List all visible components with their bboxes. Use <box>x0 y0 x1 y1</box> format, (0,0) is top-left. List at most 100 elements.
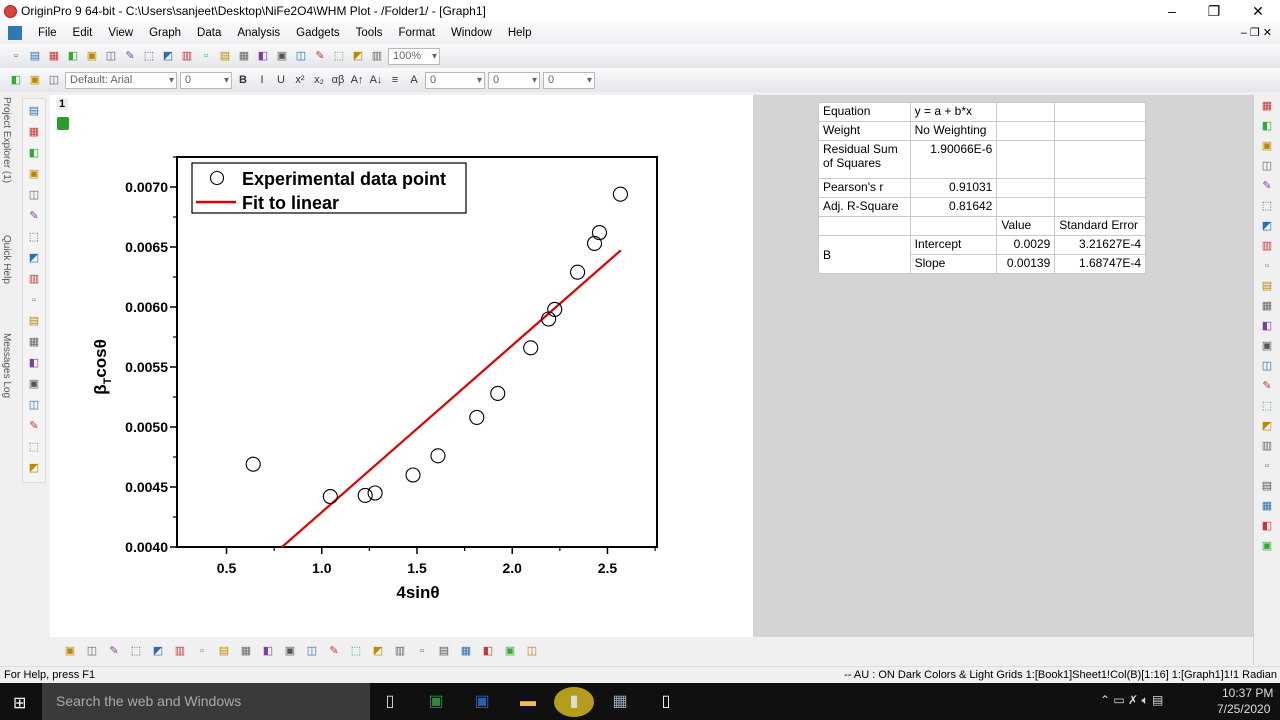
arrow-tool-icon[interactable]: ▤ <box>26 313 42 329</box>
restore-button[interactable]: ❐ <box>1192 0 1236 22</box>
open-icon[interactable]: ▫ <box>198 48 214 64</box>
graph-page[interactable]: 1 0.0040 0.0045 0.0050 0.0055 0.0060 0.0065 0.… <box>50 95 753 637</box>
import-multiple-icon[interactable]: ✎ <box>312 48 328 64</box>
decrease-font-icon[interactable]: A↓ <box>368 72 384 88</box>
tray-icons[interactable]: ⌃ ▭ ✗ 🔈︎ ▤ <box>1100 693 1163 708</box>
shape4-icon[interactable]: ▤ <box>1259 478 1275 494</box>
scatter-plot-icon[interactable]: ◫ <box>84 643 100 659</box>
grid-icon[interactable]: ✎ <box>1259 378 1275 394</box>
recalculate-icon[interactable]: ▥ <box>369 48 385 64</box>
new-function-plot-icon[interactable]: ▥ <box>179 48 195 64</box>
save-icon[interactable]: ◧ <box>255 48 271 64</box>
cut-icon[interactable]: ◧ <box>8 72 24 88</box>
line-width-combo[interactable]: 0 <box>488 71 540 89</box>
layer-icon[interactable]: ◧ <box>1259 118 1275 134</box>
mdi-controls[interactable]: – ❐ ✕ <box>1241 26 1272 39</box>
extract-icon[interactable]: ✎ <box>1259 178 1275 194</box>
contour-icon[interactable]: ◩ <box>370 643 386 659</box>
line-symbol-icon[interactable]: ✎ <box>106 643 122 659</box>
scale-icon[interactable]: ▥ <box>26 271 42 287</box>
excel-icon[interactable]: ▣ <box>416 687 456 717</box>
menu-tools[interactable]: Tools <box>348 27 391 39</box>
menu-graph[interactable]: Graph <box>141 27 189 39</box>
menu-gadgets[interactable]: Gadgets <box>288 27 347 39</box>
color-map-icon[interactable]: ▣ <box>502 643 518 659</box>
table-icon[interactable]: ◧ <box>1259 318 1275 334</box>
superscript-icon[interactable]: x² <box>292 72 308 88</box>
bubble-icon[interactable]: ▦ <box>458 643 474 659</box>
error-bar-icon[interactable]: ▥ <box>172 643 188 659</box>
menu-format[interactable]: Format <box>391 27 443 39</box>
file-explorer-icon[interactable]: ▬ <box>508 687 548 717</box>
zoom-combo[interactable]: 100% <box>388 47 440 65</box>
menu-window[interactable]: Window <box>443 27 500 39</box>
stack-icon[interactable]: ◧ <box>480 643 496 659</box>
align-icon[interactable]: ≡ <box>387 72 403 88</box>
save-template-icon[interactable]: ▣ <box>274 48 290 64</box>
notepad-icon[interactable]: ▯ <box>646 687 686 717</box>
bold-icon[interactable]: B <box>235 72 251 88</box>
clock-date[interactable]: 7/25/2020 <box>1217 702 1270 716</box>
draw-data-icon[interactable]: ⬚ <box>26 229 42 245</box>
menu-edit[interactable]: Edit <box>65 27 101 39</box>
polar-plot-icon[interactable]: ▤ <box>216 643 232 659</box>
image-plot-icon[interactable]: ◩ <box>150 643 166 659</box>
zoom-in-icon[interactable]: ▦ <box>26 124 42 140</box>
axis-icon[interactable]: ⬚ <box>1259 198 1275 214</box>
new-excel-icon[interactable]: ◧ <box>65 48 81 64</box>
new-matrix-icon[interactable]: ◫ <box>103 48 119 64</box>
document-icon[interactable] <box>8 25 22 40</box>
border-width-combo[interactable]: 0 <box>543 71 595 89</box>
ternary-icon[interactable]: ▥ <box>392 643 408 659</box>
tab-project-explorer[interactable]: Project Explorer (1) <box>1 97 12 183</box>
shape-icon[interactable]: ◩ <box>1259 418 1275 434</box>
profile-icon[interactable]: ▫ <box>414 643 430 659</box>
rescale-icon[interactable]: ▦ <box>1259 98 1275 114</box>
shape3-icon[interactable]: ▫ <box>1259 458 1275 474</box>
data-display-icon[interactable]: ✎ <box>26 418 42 434</box>
copy-icon[interactable]: ▣ <box>27 72 43 88</box>
duplicate-icon[interactable]: ◩ <box>350 48 366 64</box>
subscript-icon[interactable]: x₂ <box>311 72 327 88</box>
merge-icon[interactable]: ▣ <box>1259 138 1275 154</box>
open-excel-icon[interactable]: ▦ <box>236 48 252 64</box>
3d-scatter-icon[interactable]: ✎ <box>326 643 342 659</box>
new-notes-icon[interactable]: ◩ <box>160 48 176 64</box>
shape5-icon[interactable]: ▦ <box>1259 498 1275 514</box>
legend-icon[interactable]: ▥ <box>1259 238 1275 254</box>
font-combo[interactable]: Default: Arial <box>65 71 177 89</box>
speed-icon[interactable]: ▫ <box>1259 258 1275 274</box>
scale-bar-icon[interactable]: ▣ <box>1259 338 1275 354</box>
line-style-combo[interactable]: 0 <box>425 71 485 89</box>
menu-data[interactable]: Data <box>189 27 229 39</box>
line-plot-icon[interactable]: ▣ <box>62 643 78 659</box>
layer-stack-icon[interactable]: ◩ <box>26 460 42 476</box>
import-ascii-icon[interactable]: ◫ <box>293 48 309 64</box>
tab-quick-help[interactable]: Quick Help <box>1 235 12 284</box>
refresh-icon[interactable]: ◫ <box>1259 358 1275 374</box>
template-icon[interactable]: ◧ <box>260 643 276 659</box>
underline-icon[interactable]: U <box>273 72 289 88</box>
greek-icon[interactable]: αβ <box>330 72 346 88</box>
font-color-icon[interactable]: A <box>406 72 422 88</box>
increase-font-icon[interactable]: A↑ <box>349 72 365 88</box>
minimize-button[interactable]: – <box>1150 0 1194 22</box>
folder-app-icon[interactable]: ▮ <box>554 687 594 717</box>
frame-icon[interactable]: ◩ <box>1259 218 1275 234</box>
new-layout-icon[interactable]: ⬚ <box>141 48 157 64</box>
text-tool-icon[interactable]: ▫ <box>26 292 42 308</box>
data-reader-icon[interactable]: ▣ <box>26 166 42 182</box>
new-project-icon[interactable]: ▫ <box>8 48 24 64</box>
import-wizard-icon[interactable]: ⬚ <box>331 48 347 64</box>
new-folder-icon[interactable]: ▤ <box>27 48 43 64</box>
shape7-icon[interactable]: ▣ <box>1259 538 1275 554</box>
shape6-icon[interactable]: ◧ <box>1259 518 1275 534</box>
arrange-icon[interactable]: ◫ <box>1259 158 1275 174</box>
region-icon[interactable]: ◫ <box>26 397 42 413</box>
task-view-icon[interactable]: ▯ <box>370 687 410 717</box>
scatter-chart[interactable]: 0.0040 0.0045 0.0050 0.0055 0.0060 0.0065 0.00… <box>50 95 753 637</box>
region-mask-icon[interactable]: ◩ <box>26 250 42 266</box>
open-template-icon[interactable]: ▤ <box>217 48 233 64</box>
new-workbook-icon[interactable]: ▦ <box>46 48 62 64</box>
pan-icon[interactable]: ▣ <box>26 376 42 392</box>
